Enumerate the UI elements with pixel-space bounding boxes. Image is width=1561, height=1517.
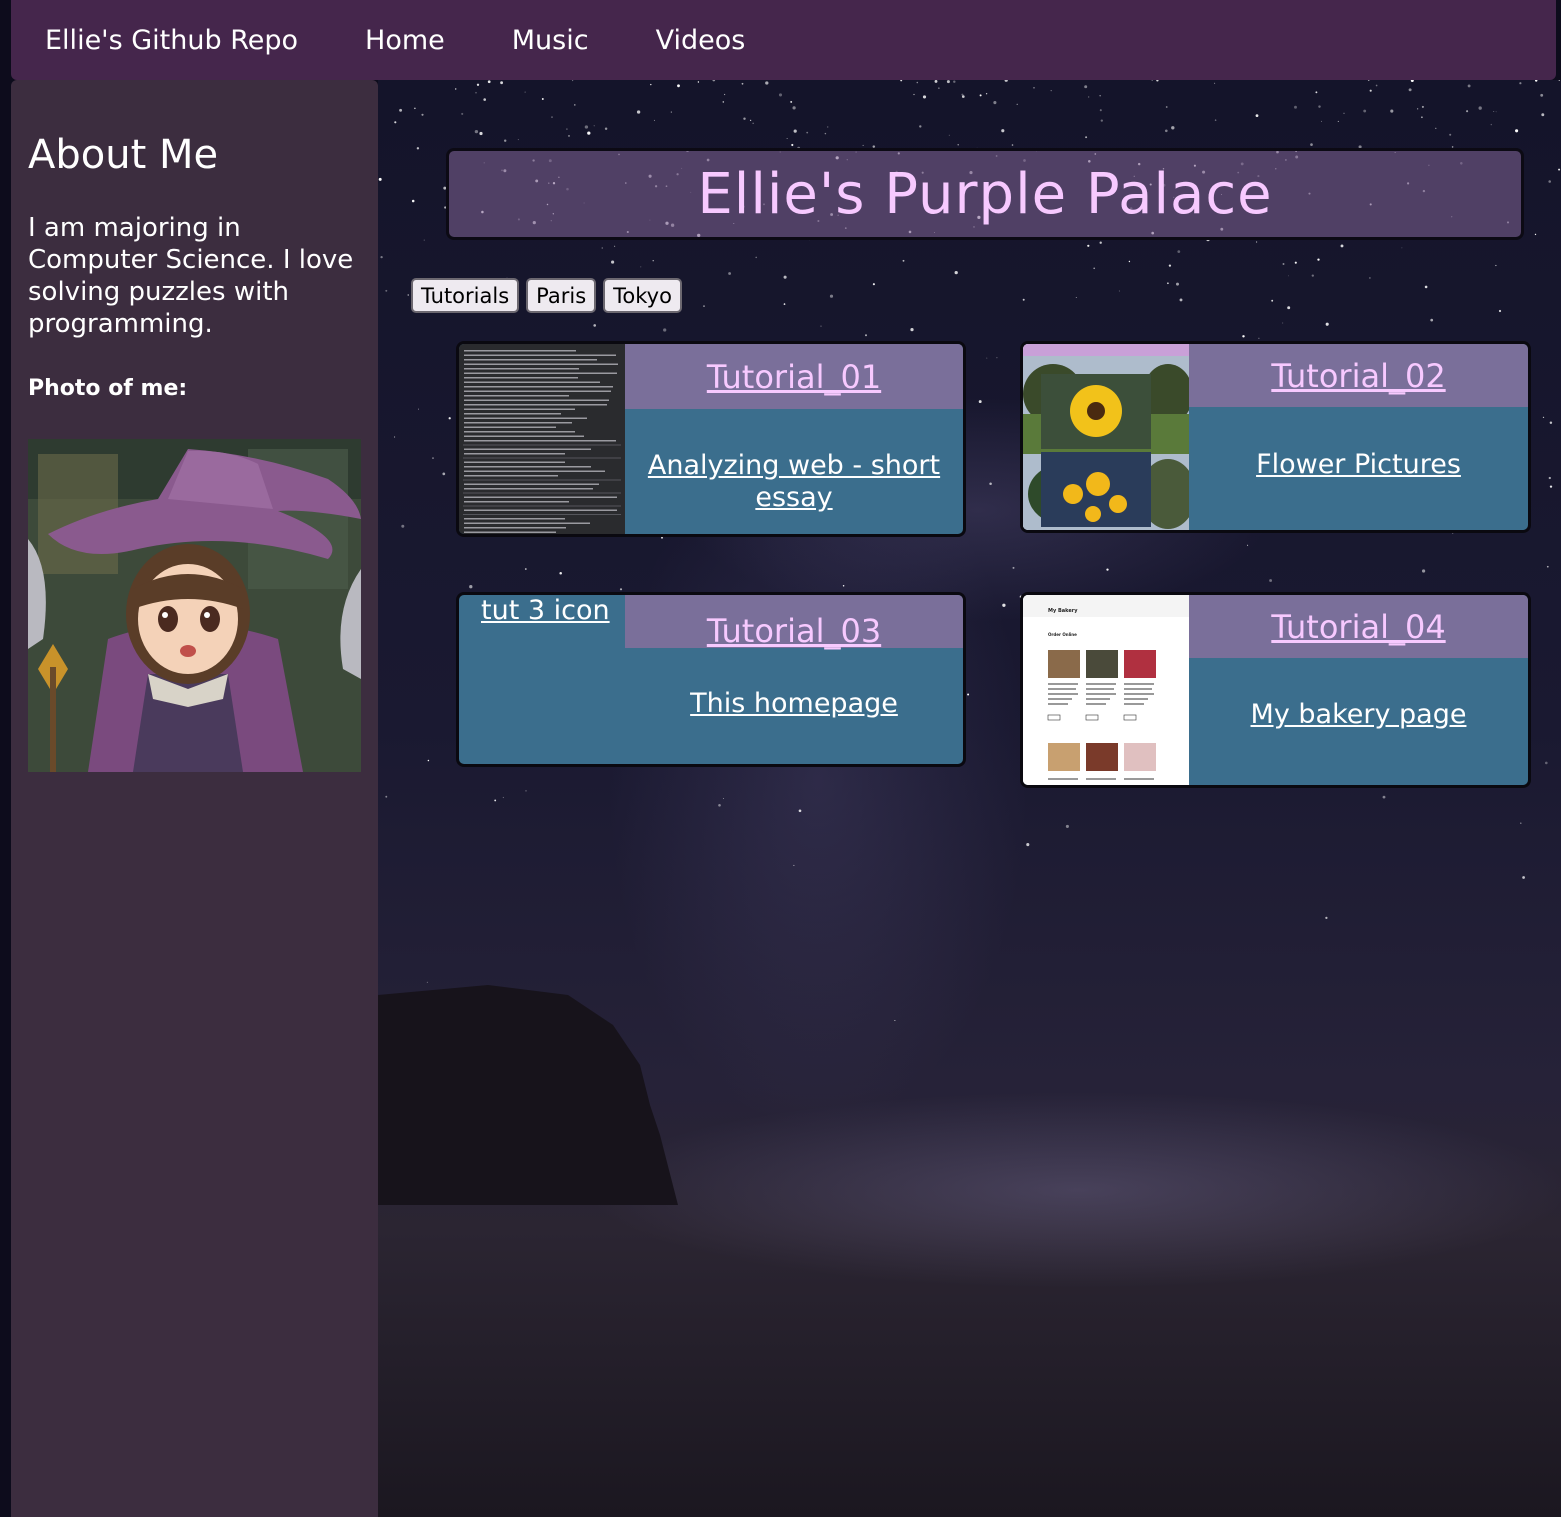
nav-home-link[interactable]: Home <box>365 25 445 56</box>
tutorial-card-03: tut 3 icon Tutorial_03 This homepage <box>456 592 966 767</box>
bakery-thumbnail[interactable]: My Bakery Order Online <box>1023 595 1189 785</box>
profile-photo <box>28 439 361 772</box>
tutorial-card-02: Tutorial_02 Flower Pictures <box>1020 341 1531 533</box>
broken-image-alt-text: tut 3 icon <box>481 595 610 626</box>
tutorial-03-thumbnail[interactable]: tut 3 icon <box>459 595 625 764</box>
tutorial-01-description-link[interactable]: Analyzing web - short essay <box>625 450 963 514</box>
filter-paris-button[interactable]: Paris <box>526 278 597 313</box>
tutorial-02-description-link[interactable]: Flower Pictures <box>1189 449 1528 481</box>
tutorial-01-link[interactable]: Tutorial_01 <box>707 358 881 396</box>
tutorial-03-link[interactable]: Tutorial_03 <box>707 612 881 650</box>
nav-brand-link[interactable]: Ellie's Github Repo <box>45 25 298 56</box>
site-title: Ellie's Purple Palace <box>697 161 1273 227</box>
bakery-thumb-subtitle: Order Online <box>1048 632 1077 637</box>
flower-thumbnail[interactable] <box>1023 344 1196 530</box>
card-header: Tutorial_01 <box>625 344 963 409</box>
tutorial-04-description-link[interactable]: My bakery page <box>1189 699 1528 731</box>
top-navbar: Ellie's Github Repo Home Music Videos <box>11 0 1556 80</box>
filter-tokyo-button[interactable]: Tokyo <box>603 278 682 313</box>
tutorial-card-04: My Bakery Order Online Tutorial_04 My ba… <box>1020 592 1531 788</box>
photo-label: Photo of me: <box>28 376 188 401</box>
card-header: Tutorial_04 <box>1189 595 1528 658</box>
card-header: Tutorial_03 <box>625 595 963 650</box>
filter-bar: Tutorials Paris Tokyo <box>411 278 682 313</box>
site-banner: Ellie's Purple Palace <box>446 148 1524 240</box>
nav-music-link[interactable]: Music <box>512 25 589 56</box>
essay-thumbnail[interactable] <box>459 344 625 534</box>
about-sidebar: About Me I am majoring in Computer Scien… <box>11 80 378 1517</box>
bakery-thumb-title: My Bakery <box>1048 608 1078 614</box>
card-header: Tutorial_02 <box>1189 344 1528 407</box>
tutorial-04-link[interactable]: Tutorial_04 <box>1271 608 1445 646</box>
tutorial-03-description-link[interactable]: This homepage <box>625 688 963 720</box>
cliff-silhouette <box>378 985 678 1205</box>
nav-videos-link[interactable]: Videos <box>656 25 746 56</box>
about-title: About Me <box>28 132 219 178</box>
tutorial-02-link[interactable]: Tutorial_02 <box>1271 357 1445 395</box>
about-text: I am majoring in Computer Science. I lov… <box>28 213 354 339</box>
tutorial-card-01: Tutorial_01 Analyzing web - short essay <box>456 341 966 537</box>
filter-tutorials-button[interactable]: Tutorials <box>411 278 520 313</box>
